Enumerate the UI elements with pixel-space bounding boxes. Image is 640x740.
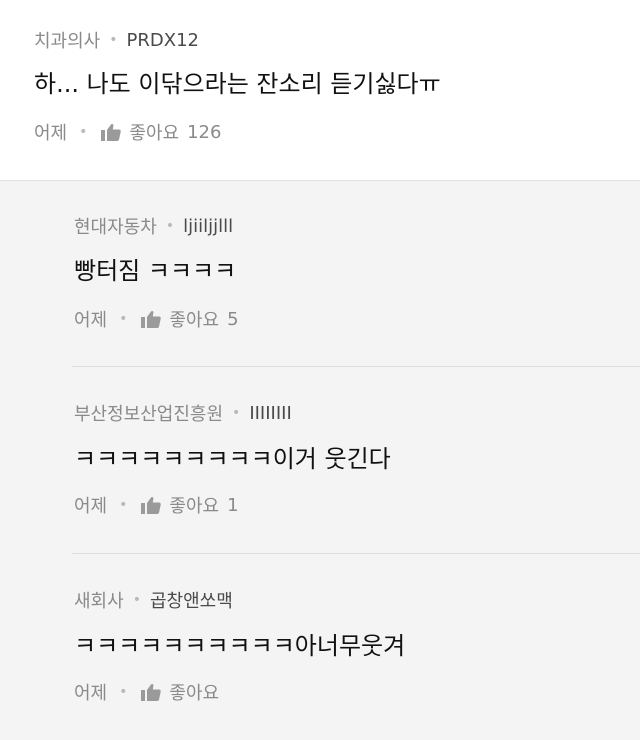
- comment-actions: 어제 • 좋아요 1: [74, 492, 239, 518]
- reply-divider: [72, 553, 640, 554]
- like-label: 좋아요: [169, 310, 220, 331]
- author-company[interactable]: 부산정보산업진흥원: [74, 400, 223, 426]
- comment-text: 하... 나도 이닦으라는 잔소리 듣기싫다ㅠ: [34, 70, 441, 98]
- comment-text: ㅋㅋㅋㅋㅋㅋㅋㅋㅋ이거 웃긴다: [74, 445, 391, 473]
- separator-dot: •: [165, 218, 175, 234]
- like-button[interactable]: 좋아요: [141, 679, 227, 705]
- comment-date: 어제: [74, 310, 108, 331]
- comment-text: ㅋㅋㅋㅋㅋㅋㅋㅋㅋㅋ아너무웃겨: [74, 632, 406, 660]
- author-nickname[interactable]: ljiiljjlll: [183, 216, 233, 237]
- thumbs-up-icon: [141, 310, 162, 328]
- like-count: 1: [227, 494, 239, 516]
- comment-author-line: 치과의사 • PRDX12: [34, 27, 199, 53]
- author-company[interactable]: 치과의사: [34, 27, 100, 53]
- separator-dot: •: [79, 124, 88, 140]
- comment-actions: 어제 • 좋아요 5: [74, 306, 239, 332]
- separator-dot: •: [232, 405, 241, 421]
- like-button[interactable]: 좋아요 126: [101, 119, 221, 145]
- reply-divider: [72, 366, 640, 367]
- author-company[interactable]: 새회사: [74, 587, 124, 613]
- comment-date: 어제: [34, 123, 68, 144]
- separator-dot: •: [119, 684, 128, 700]
- thumbs-up-icon: [141, 683, 162, 701]
- separator-dot: •: [132, 592, 141, 608]
- like-label: 좋아요: [169, 683, 220, 704]
- comment-text: 빵터짐 ㅋㅋㅋㅋ: [74, 257, 237, 285]
- comment-date: 어제: [74, 496, 108, 517]
- separator-dot: •: [119, 311, 128, 327]
- comment-author-line: 현대자동차 • ljiiljjlll: [74, 213, 233, 239]
- like-button[interactable]: 좋아요 5: [141, 306, 239, 332]
- separator-dot: •: [119, 497, 128, 513]
- comment-actions: 어제 • 좋아요 126: [34, 119, 221, 145]
- separator-dot: •: [109, 32, 118, 48]
- like-count: 5: [227, 308, 239, 330]
- comment-date: 어제: [74, 683, 108, 704]
- like-count: 126: [187, 121, 222, 143]
- comment-author-line: 부산정보산업진흥원 • IIIIIIII: [74, 400, 292, 426]
- like-label: 좋아요: [129, 123, 180, 144]
- like-label: 좋아요: [169, 496, 220, 517]
- comment-actions: 어제 • 좋아요: [74, 679, 227, 705]
- author-nickname[interactable]: PRDX12: [127, 30, 199, 51]
- author-nickname[interactable]: 곱창앤쏘맥: [150, 587, 233, 613]
- comment-item: 치과의사 • PRDX12 하... 나도 이닦으라는 잔소리 듣기싫다ㅠ 어제…: [0, 0, 640, 180]
- author-nickname[interactable]: IIIIIIII: [249, 403, 291, 424]
- author-company[interactable]: 현대자동차: [74, 213, 157, 239]
- thumbs-up-icon: [141, 496, 162, 514]
- thumbs-up-icon: [101, 123, 122, 141]
- like-button[interactable]: 좋아요 1: [141, 492, 239, 518]
- comment-author-line: 새회사 • 곱창앤쏘맥: [74, 587, 233, 613]
